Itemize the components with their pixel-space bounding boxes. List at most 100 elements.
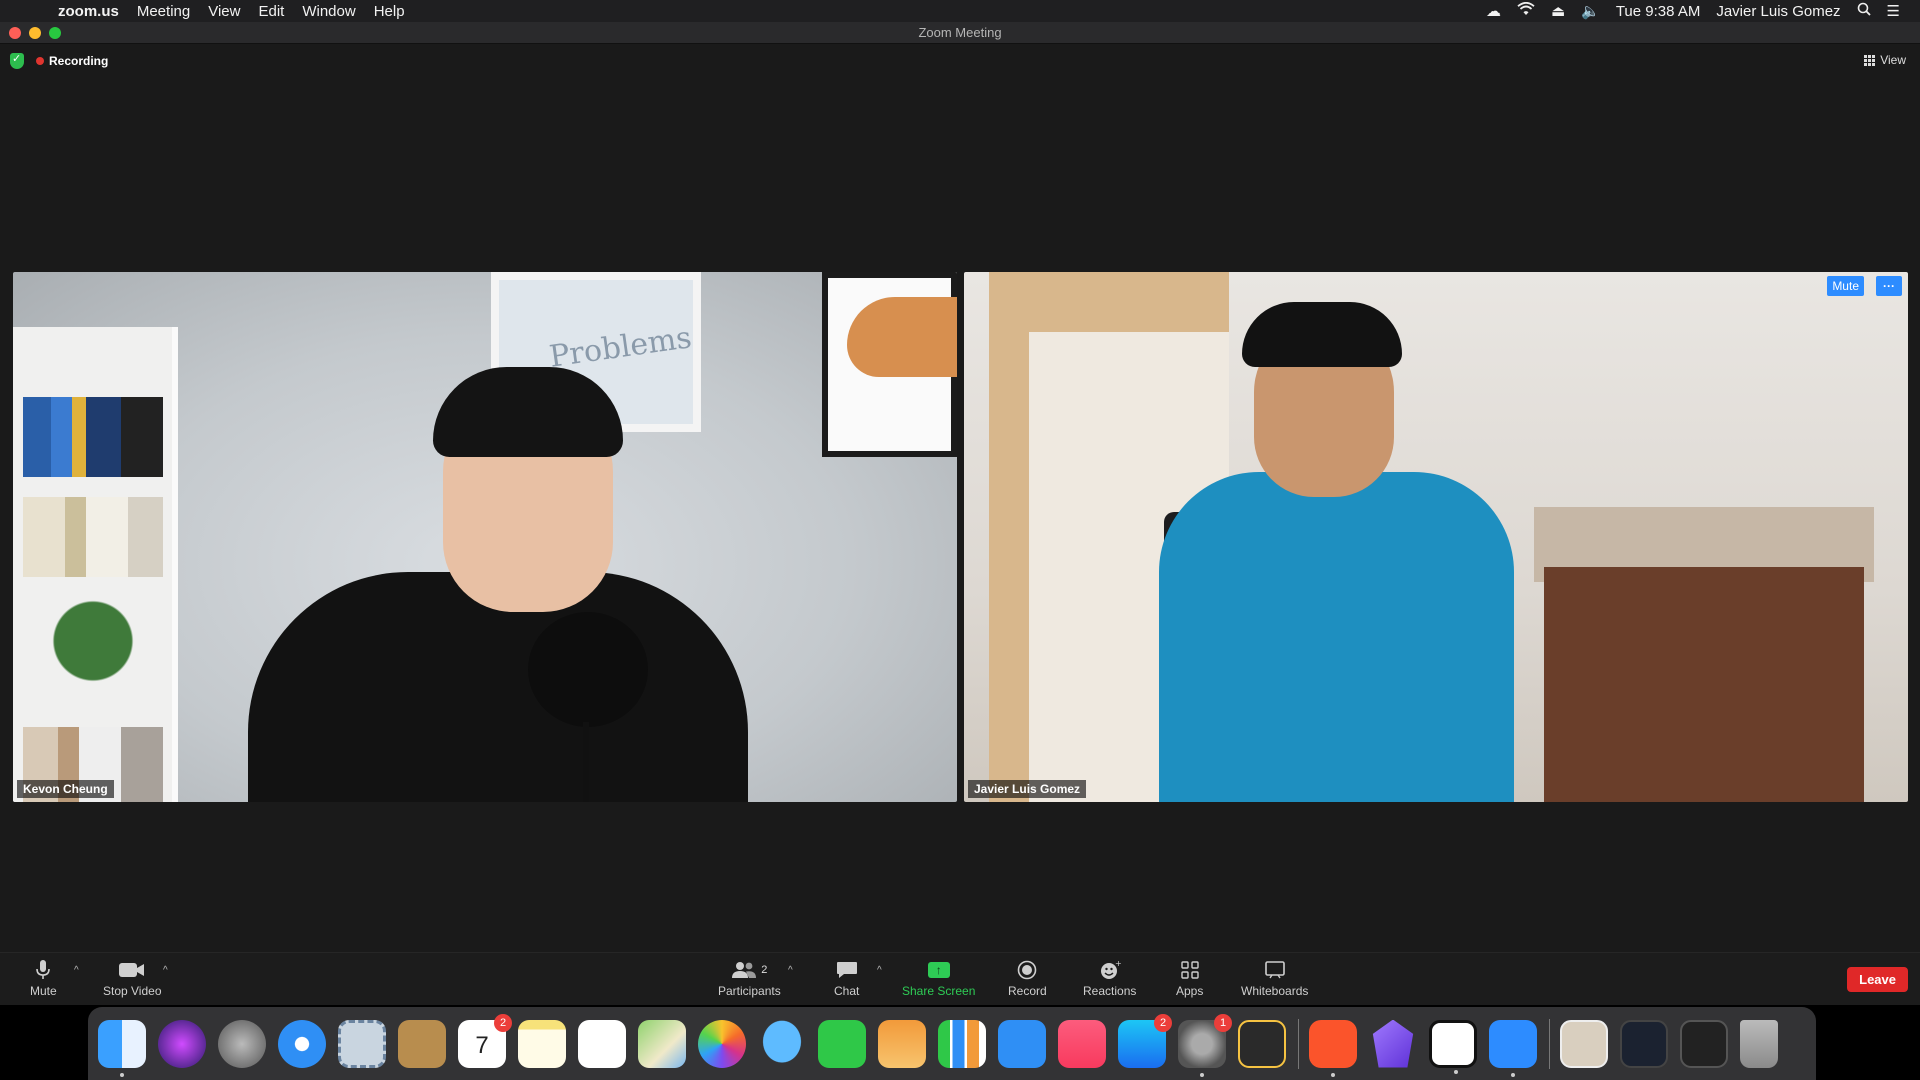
numbers-chart-icon[interactable] [938, 1019, 986, 1068]
macos-dock: 7 2 2 1 [88, 1007, 1816, 1080]
chat-bubble-icon [836, 959, 858, 981]
apps-label: Apps [1176, 984, 1204, 998]
framed-picture-art [847, 297, 957, 377]
whiteboard-icon [1264, 959, 1286, 981]
video-camera-icon [119, 959, 145, 981]
participants-label: Participants [718, 984, 781, 998]
participants-count: 2 [761, 964, 768, 976]
desk-image [1544, 567, 1864, 802]
apps-icon [1180, 959, 1199, 981]
minimized-window-icon[interactable] [1680, 1019, 1728, 1068]
window-controls [9, 27, 61, 39]
messages-bubble-icon[interactable] [758, 1019, 806, 1068]
view-button[interactable]: View [1864, 53, 1906, 67]
calendar-day: 7 [475, 1031, 489, 1059]
zoom-video-icon[interactable] [1489, 1019, 1537, 1077]
close-window-button[interactable] [9, 27, 21, 39]
poster-text: Problems [547, 320, 694, 375]
control-center-icon[interactable]: ☰ [1887, 2, 1900, 20]
meeting-controls-toolbar: Mute ^ Stop Video ^ 2 Participants ^ Cha… [0, 952, 1920, 1005]
calendar-icon[interactable]: 7 2 [458, 1013, 512, 1068]
chat-button[interactable]: Chat [834, 959, 859, 998]
brave-lion-icon[interactable] [1309, 1019, 1357, 1077]
record-icon [1017, 959, 1037, 981]
menubar-clock[interactable]: Tue 9:38 AM [1616, 3, 1701, 20]
calendar-badge: 2 [494, 1013, 512, 1032]
dock-separator [1298, 1018, 1299, 1069]
smiley-reactions-icon: + [1099, 959, 1121, 981]
participants-button[interactable]: 2 Participants [718, 959, 781, 998]
video-tile-kevon[interactable]: Problems Kevon Cheung [13, 272, 957, 802]
participants-icon: 2 [731, 959, 767, 981]
whiteboards-button[interactable]: Whiteboards [1241, 959, 1308, 998]
microphone-icon [36, 959, 51, 981]
maximize-window-button[interactable] [49, 27, 61, 39]
pages-pen-icon[interactable] [878, 1019, 926, 1068]
microphone-stand-image [583, 722, 589, 802]
menu-meeting[interactable]: Meeting [137, 3, 190, 20]
video-tile-javier[interactable]: Mute ··· Javier Luis Gomez [964, 272, 1908, 802]
launchpad-rocket-icon[interactable] [218, 1019, 266, 1068]
notes-icon[interactable] [518, 1019, 566, 1068]
stop-video-label: Stop Video [103, 984, 162, 998]
grid-view-icon [1864, 54, 1876, 66]
safari-compass-icon[interactable] [278, 1019, 326, 1068]
stop-video-button[interactable]: Stop Video [103, 959, 162, 998]
recording-indicator[interactable]: Recording [36, 54, 108, 68]
screenshot-stack-icon[interactable] [1620, 1019, 1668, 1068]
menu-help[interactable]: Help [374, 3, 405, 20]
downloads-stack-icon[interactable] [1560, 1019, 1608, 1068]
record-button[interactable]: Record [1008, 959, 1047, 998]
share-screen-arrow-icon: ↑ [927, 959, 950, 981]
participant-name-tag: Javier Luis Gomez [968, 780, 1087, 798]
facetime-camera-icon[interactable] [818, 1019, 866, 1068]
encryption-shield-icon[interactable] [10, 52, 24, 69]
recording-label: Recording [49, 54, 109, 68]
audio-options-chevron-up-icon[interactable]: ^ [74, 965, 79, 976]
mute-button[interactable]: Mute [30, 959, 57, 998]
svg-text:+: + [1115, 960, 1121, 968]
dock-separator [1549, 1018, 1550, 1069]
music-note-icon[interactable] [1058, 1019, 1106, 1068]
tes-butterfly-icon[interactable] [1238, 1019, 1286, 1068]
obsidian-gem-icon[interactable] [1372, 1019, 1414, 1068]
chat-chevron-up-icon[interactable]: ^ [877, 965, 882, 976]
video-options-chevron-up-icon[interactable]: ^ [163, 965, 168, 976]
eject-icon[interactable]: ⏏ [1551, 2, 1565, 20]
tile-mute-button[interactable]: Mute [1827, 276, 1864, 296]
spotlight-search-icon[interactable] [1857, 2, 1871, 20]
share-screen-button[interactable]: ↑ Share Screen [902, 959, 975, 998]
menubar-user[interactable]: Javier Luis Gomez [1716, 3, 1840, 20]
notion-icon[interactable] [1429, 1019, 1477, 1074]
wifi-icon[interactable] [1517, 1, 1535, 20]
photos-flower-icon[interactable] [698, 1019, 746, 1068]
cloud-icon[interactable]: ☁ [1486, 2, 1501, 20]
minimize-window-button[interactable] [29, 27, 41, 39]
share-screen-label: Share Screen [902, 984, 976, 998]
menu-view[interactable]: View [208, 3, 240, 20]
maps-icon[interactable] [638, 1019, 686, 1068]
menu-window[interactable]: Window [302, 3, 355, 20]
system-preferences-badge: 1 [1214, 1013, 1232, 1032]
meeting-status-row: Recording [10, 52, 108, 69]
app-store-icon[interactable]: 2 [1118, 1013, 1172, 1068]
contacts-notebook-icon[interactable] [398, 1019, 446, 1068]
system-preferences-gear-icon[interactable]: 1 [1178, 1013, 1232, 1077]
apps-button[interactable]: Apps [1176, 959, 1203, 998]
siri-icon[interactable] [158, 1019, 206, 1068]
tile-more-options-button[interactable]: ··· [1876, 276, 1902, 296]
leave-meeting-button[interactable]: Leave [1847, 967, 1908, 992]
participants-chevron-up-icon[interactable]: ^ [788, 965, 793, 976]
participant-body-image [1159, 472, 1514, 802]
finder-icon[interactable] [98, 1019, 146, 1077]
app-store-badge: 2 [1154, 1013, 1172, 1032]
menu-edit[interactable]: Edit [258, 3, 284, 20]
reminders-list-icon[interactable] [578, 1019, 626, 1068]
mail-stamp-icon[interactable] [338, 1019, 386, 1068]
volume-icon[interactable]: 🔈 [1581, 2, 1600, 20]
mute-label: Mute [30, 984, 57, 998]
menu-app-name[interactable]: zoom.us [58, 3, 119, 20]
reactions-button[interactable]: + Reactions [1083, 959, 1136, 998]
trash-can-icon[interactable] [1740, 1019, 1778, 1068]
keynote-podium-icon[interactable] [998, 1019, 1046, 1068]
